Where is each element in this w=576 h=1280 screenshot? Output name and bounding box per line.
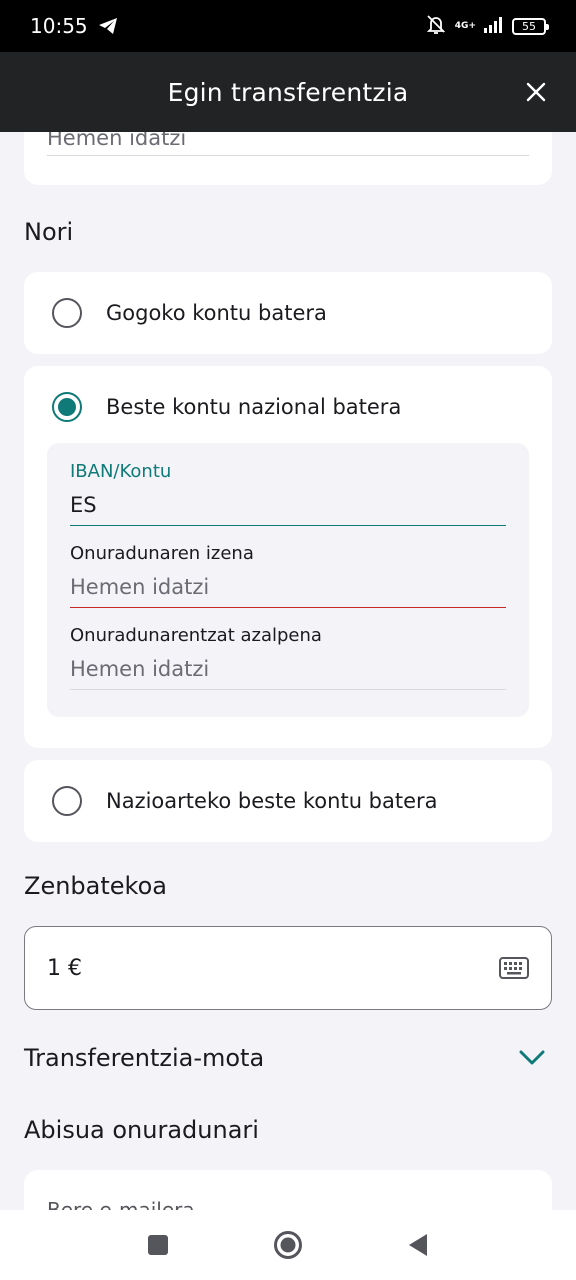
top-card-input[interactable]: Hemen idatzi xyxy=(47,132,529,156)
status-bar: 10:55 4G+ 55 xyxy=(0,0,576,52)
amount-input[interactable]: 1 € xyxy=(24,926,552,1010)
radio-off-icon xyxy=(52,786,82,816)
option-card-national[interactable]: Beste kontu nazional batera IBAN/Kontu E… xyxy=(24,366,552,748)
radio-off-icon xyxy=(52,298,82,328)
amount-value: 1 € xyxy=(47,955,82,981)
radio-on-icon xyxy=(52,392,82,422)
battery-level: 55 xyxy=(522,19,536,33)
back-triangle-icon xyxy=(409,1234,427,1256)
radio-label: Nazioarteko beste kontu batera xyxy=(106,789,438,813)
transfer-type-title: Transferentzia-mota xyxy=(24,1044,265,1072)
option-card-international[interactable]: Nazioarteko beste kontu batera xyxy=(24,760,552,842)
radio-national-account[interactable]: Beste kontu nazional batera xyxy=(52,392,401,422)
notify-email-option[interactable]: Bere e-mailera xyxy=(47,1198,195,1210)
radio-international-account[interactable]: Nazioarteko beste kontu batera xyxy=(52,786,438,816)
amount-title: Zenbatekoa xyxy=(24,872,167,900)
iban-label: IBAN/Kontu xyxy=(70,461,172,482)
close-button[interactable] xyxy=(518,74,554,110)
chevron-down-icon xyxy=(518,1049,546,1067)
beneficiary-description-input[interactable]: Hemen idatzi xyxy=(70,657,506,690)
back-button[interactable] xyxy=(400,1227,436,1263)
top-card: Hemen idatzi xyxy=(24,132,552,185)
close-icon xyxy=(526,82,546,102)
radio-label: Gogoko kontu batera xyxy=(106,301,327,325)
square-icon xyxy=(148,1235,168,1255)
notify-title: Abisua onuradunari xyxy=(24,1116,259,1144)
national-account-form: IBAN/Kontu ES Onuradunaren izena Hemen i… xyxy=(47,443,529,717)
network-type: 4G+ xyxy=(454,20,476,31)
keyboard-icon[interactable] xyxy=(499,957,529,979)
form-content[interactable]: Hemen idatzi Nori Gogoko kontu batera Be… xyxy=(0,132,576,1210)
iban-input[interactable]: ES xyxy=(70,493,506,526)
home-circle-icon xyxy=(274,1231,302,1259)
nori-title: Nori xyxy=(24,218,74,246)
option-card-favorite[interactable]: Gogoko kontu batera xyxy=(24,272,552,354)
system-nav-bar xyxy=(0,1210,576,1280)
battery-icon: 55 xyxy=(512,17,549,35)
status-time: 10:55 xyxy=(30,14,88,38)
status-icons: 4G+ 55 xyxy=(425,13,549,40)
transfer-type-dropdown[interactable]: Transferentzia-mota xyxy=(24,1036,552,1080)
radio-favorite-account[interactable]: Gogoko kontu batera xyxy=(52,298,327,328)
beneficiary-name-label: Onuradunaren izena xyxy=(70,543,254,564)
notify-card[interactable]: Bere e-mailera xyxy=(24,1170,552,1210)
home-button[interactable] xyxy=(270,1227,306,1263)
beneficiary-name-input[interactable]: Hemen idatzi xyxy=(70,575,506,608)
app-bar: Egin transferentzia xyxy=(0,52,576,132)
signal-icon xyxy=(484,14,504,38)
radio-label: Beste kontu nazional batera xyxy=(106,395,402,419)
recents-button[interactable] xyxy=(140,1227,176,1263)
mute-bell-icon xyxy=(425,13,447,40)
telegram-icon xyxy=(98,17,118,35)
page-title: Egin transferentzia xyxy=(167,77,409,107)
beneficiary-description-label: Onuradunarentzat azalpena xyxy=(70,625,322,646)
network-indicator: 4G+ xyxy=(454,20,476,31)
